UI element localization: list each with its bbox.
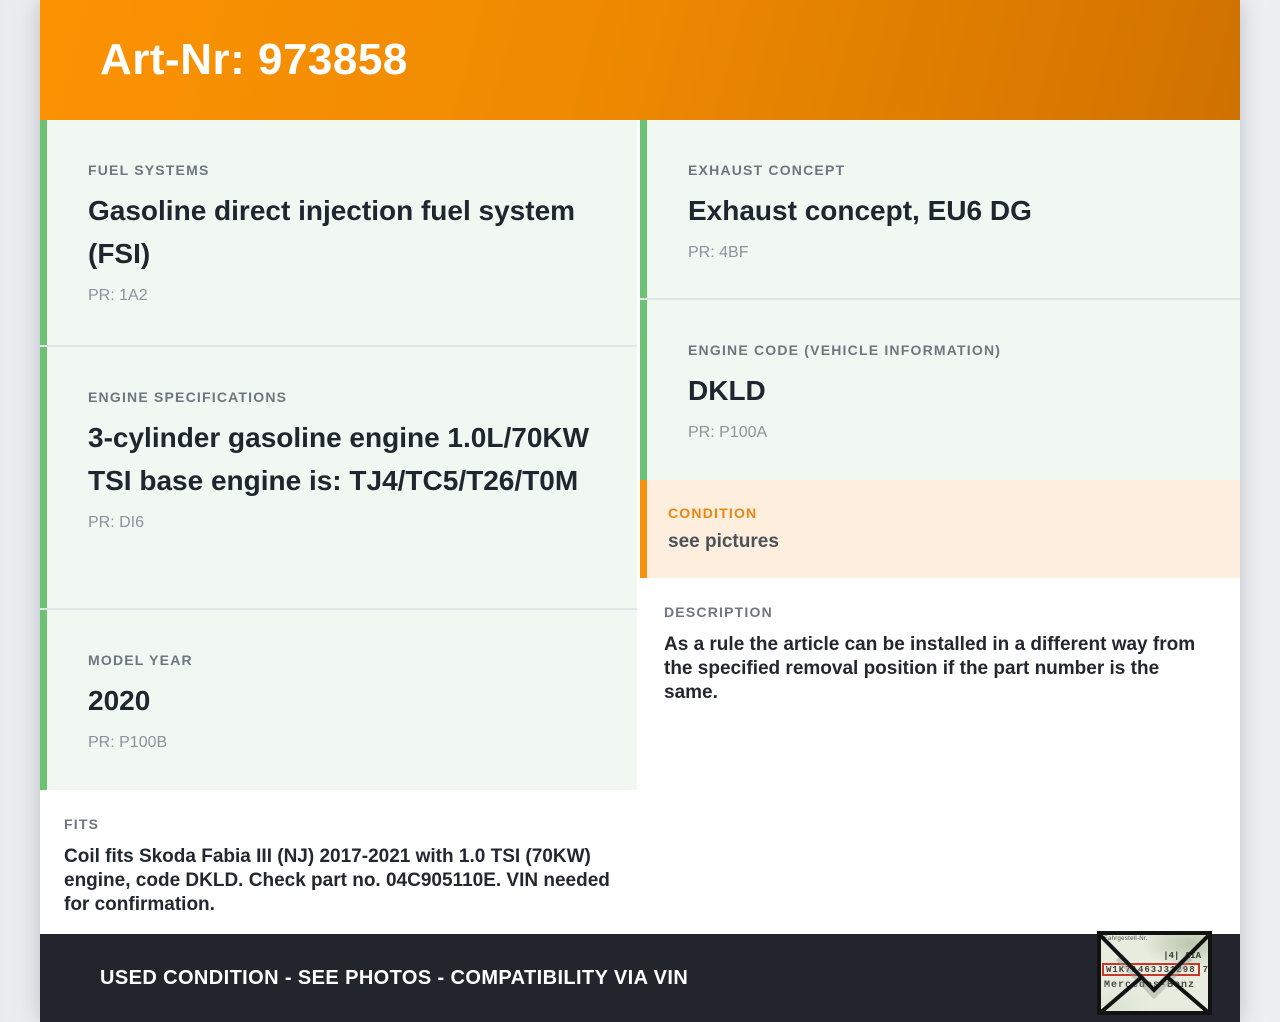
footer-text: USED CONDITION - SEE PHOTOS - COMPATIBIL…: [100, 966, 689, 989]
right-column: EXHAUST CONCEPT Exhaust concept, EU6 DG …: [640, 120, 1240, 934]
condition-card: CONDITION see pictures: [640, 480, 1240, 578]
footer-banner: USED CONDITION - SEE PHOTOS - COMPATIBIL…: [40, 934, 1240, 1022]
card-title: Gasoline direct injection fuel system (F…: [88, 195, 576, 269]
pr-code: PR: DI6: [88, 514, 145, 531]
main-content: FUEL SYSTEMS Gasoline direct injection f…: [40, 120, 1240, 934]
article-header: Art-Nr: 973858: [40, 0, 1240, 120]
section-label: ENGINE CODE (VEHICLE INFORMATION): [688, 342, 1002, 358]
section-label: MODEL YEAR: [88, 652, 193, 668]
fits-section: FITS Coil fits Skoda Fabia III (NJ) 2017…: [40, 790, 637, 934]
vin-sticker-image: Fahrgestell-Nr. |4| AIA W1K71463J31298 7…: [1097, 931, 1212, 1015]
listing-panel: Art-Nr: 973858 FUEL SYSTEMS Gasoline dir…: [40, 0, 1240, 1022]
section-label: EXHAUST CONCEPT: [688, 162, 846, 178]
pr-code: PR: 1A2: [88, 287, 148, 304]
pr-code: PR: P100A: [688, 424, 768, 441]
left-column: FUEL SYSTEMS Gasoline direct injection f…: [40, 120, 637, 934]
section-label: DESCRIPTION: [664, 604, 773, 620]
section-label: ENGINE SPECIFICATIONS: [88, 389, 288, 405]
card-engine-code: ENGINE CODE (VEHICLE INFORMATION) DKLD P…: [640, 300, 1240, 480]
envelope-icon: [1097, 931, 1212, 1015]
description-text: As a rule the article can be installed i…: [664, 634, 1196, 703]
card-title: DKLD: [688, 375, 766, 406]
section-label: FUEL SYSTEMS: [88, 162, 210, 178]
card-title: Exhaust concept, EU6 DG: [688, 195, 1032, 226]
pr-code: PR: P100B: [88, 734, 168, 751]
condition-label: CONDITION: [668, 505, 758, 521]
card-fuel-systems: FUEL SYSTEMS Gasoline direct injection f…: [40, 120, 637, 345]
card-exhaust-concept: EXHAUST CONCEPT Exhaust concept, EU6 DG …: [640, 120, 1240, 298]
card-title: 2020: [88, 685, 151, 716]
condition-text: see pictures: [668, 531, 779, 552]
fits-text: Coil fits Skoda Fabia III (NJ) 2017-2021…: [64, 846, 610, 915]
article-number-title: Art-Nr: 973858: [100, 35, 408, 84]
card-title: 3-cylinder gasoline engine 1.0L/70KW TSI…: [88, 422, 590, 496]
page-background: Art-Nr: 973858 FUEL SYSTEMS Gasoline dir…: [0, 0, 1280, 1022]
description-section: DESCRIPTION As a rule the article can be…: [640, 578, 1240, 934]
section-label: FITS: [64, 816, 100, 832]
card-engine-specifications: ENGINE SPECIFICATIONS 3-cylinder gasolin…: [40, 347, 637, 608]
card-model-year: MODEL YEAR 2020 PR: P100B: [40, 610, 637, 790]
pr-code: PR: 4BF: [688, 244, 749, 261]
